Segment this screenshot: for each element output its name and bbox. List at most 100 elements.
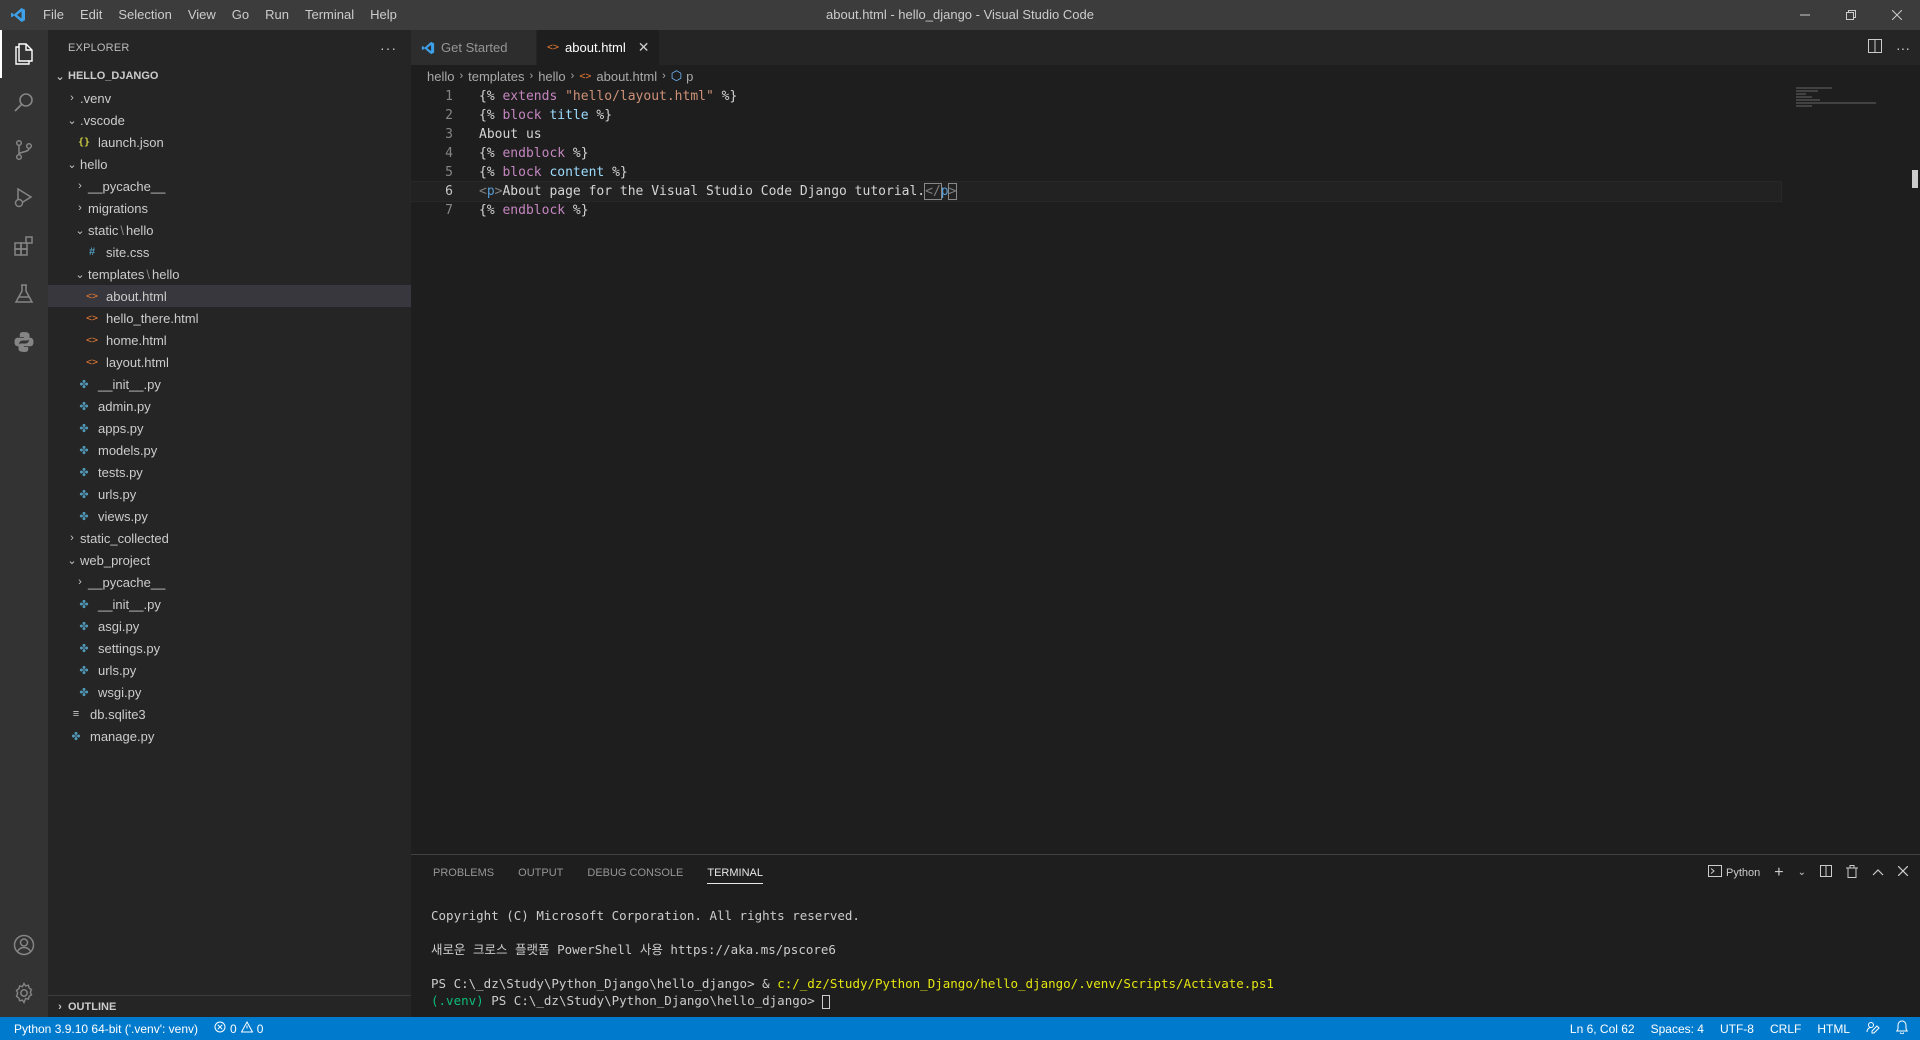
tree-file[interactable]: ✤ apps.py	[48, 417, 411, 439]
tree-file[interactable]: <> hello_there.html	[48, 307, 411, 329]
menu-terminal[interactable]: Terminal	[297, 0, 362, 30]
tree-file[interactable]: ✤ wsgi.py	[48, 681, 411, 703]
breadcrumb-item[interactable]: about.html	[596, 69, 657, 84]
terminal-selector[interactable]: Python	[1708, 865, 1760, 880]
tree-file[interactable]: ✤ urls.py	[48, 659, 411, 681]
minimap[interactable]	[1796, 87, 1906, 127]
tree-file[interactable]: ✤ manage.py	[48, 725, 411, 747]
python-file-icon: ✤	[79, 686, 89, 699]
python-interpreter[interactable]: Python 3.9.10 64-bit ('.venv': venv)	[14, 1022, 198, 1036]
tree-file[interactable]: ✤ settings.py	[48, 637, 411, 659]
source-control-icon[interactable]	[0, 126, 48, 174]
terminal-output[interactable]: Copyright (C) Microsoft Corporation. All…	[411, 890, 1920, 1009]
close-panel-icon[interactable]	[1897, 865, 1909, 879]
more-actions-icon[interactable]: ···	[380, 40, 397, 56]
tree-file[interactable]: ≡ db.sqlite3	[48, 703, 411, 725]
tree-folder[interactable]: › .venv	[48, 87, 411, 109]
breadcrumb-item[interactable]: hello	[538, 69, 565, 84]
menu-edit[interactable]: Edit	[72, 0, 110, 30]
breadcrumb-item[interactable]: templates	[468, 69, 524, 84]
project-root[interactable]: ⌄ HELLO_DJANGO	[48, 65, 411, 87]
tree-file[interactable]: # site.css	[48, 241, 411, 263]
trash-icon[interactable]	[1846, 864, 1858, 881]
tree-file[interactable]: ✤ tests.py	[48, 461, 411, 483]
split-terminal-icon[interactable]	[1820, 865, 1832, 880]
new-terminal-icon[interactable]: +	[1774, 864, 1783, 882]
tab-label: Get Started	[441, 40, 508, 55]
language-mode[interactable]: HTML	[1817, 1022, 1850, 1036]
menu-view[interactable]: View	[180, 0, 224, 30]
tree-folder[interactable]: › migrations	[48, 197, 411, 219]
chevron-down-icon[interactable]: ⌄	[1798, 867, 1806, 878]
menu-file[interactable]: File	[35, 0, 72, 30]
feedback-icon[interactable]	[1866, 1020, 1880, 1037]
breadcrumb-item[interactable]: p	[686, 69, 693, 84]
tree-item-label: migrations	[88, 200, 148, 216]
error-icon	[214, 1021, 226, 1036]
search-icon[interactable]	[0, 78, 48, 126]
tree-folder[interactable]: ⌄ .vscode	[48, 109, 411, 131]
breadcrumb: hello › templates › hello › <> about.htm…	[411, 65, 1920, 87]
encoding[interactable]: UTF-8	[1720, 1022, 1754, 1036]
chevron-down-icon: ⌄	[67, 158, 77, 171]
split-editor-icon[interactable]	[1868, 39, 1882, 56]
extensions-icon[interactable]	[0, 222, 48, 270]
line-content: {% endblock %}	[479, 146, 589, 161]
vscode-logo-icon	[421, 41, 435, 55]
tab-about-html[interactable]: <> about.html ✕	[537, 30, 661, 65]
tree-file[interactable]: ✤ asgi.py	[48, 615, 411, 637]
python-icon[interactable]	[0, 318, 48, 366]
outline-section[interactable]: › OUTLINE	[48, 995, 411, 1017]
menu-run[interactable]: Run	[257, 0, 297, 30]
maximize-panel-icon[interactable]	[1872, 867, 1884, 879]
run-debug-icon[interactable]	[0, 174, 48, 222]
accounts-icon[interactable]	[0, 921, 48, 969]
explorer-icon[interactable]	[0, 30, 48, 78]
tab-get-started[interactable]: Get Started	[411, 30, 537, 65]
minimize-button[interactable]	[1782, 0, 1828, 30]
tree-folder[interactable]: › static_collected	[48, 527, 411, 549]
restore-button[interactable]	[1828, 0, 1874, 30]
settings-gear-icon[interactable]	[0, 969, 48, 1017]
tree-file[interactable]: <> layout.html	[48, 351, 411, 373]
tree-folder[interactable]: ⌄ hello	[48, 153, 411, 175]
tab-output[interactable]: OUTPUT	[506, 855, 575, 890]
python-file-icon: ✤	[79, 642, 89, 655]
status-right: Ln 6, Col 62 Spaces: 4 UTF-8 CRLF HTML	[1570, 1017, 1909, 1040]
tree-folder[interactable]: ⌄ static \ hello	[48, 219, 411, 241]
tree-file[interactable]: ✤ admin.py	[48, 395, 411, 417]
breadcrumb-item[interactable]: hello	[427, 69, 454, 84]
menu-help[interactable]: Help	[362, 0, 405, 30]
more-actions-icon[interactable]: ···	[1896, 40, 1910, 56]
tree-folder[interactable]: › __pycache__	[48, 571, 411, 593]
tree-file[interactable]: ✤ __init__.py	[48, 373, 411, 395]
menu-go[interactable]: Go	[224, 0, 257, 30]
notifications-icon[interactable]	[1895, 1020, 1909, 1037]
menu-selection[interactable]: Selection	[110, 0, 179, 30]
tree-folder[interactable]: › __pycache__	[48, 175, 411, 197]
close-icon[interactable]: ✕	[638, 39, 650, 56]
testing-icon[interactable]	[0, 270, 48, 318]
tree-file[interactable]: <> home.html	[48, 329, 411, 351]
cursor-position[interactable]: Ln 6, Col 62	[1570, 1022, 1635, 1036]
tab-terminal[interactable]: TERMINAL	[695, 855, 775, 890]
tree-file[interactable]: ✤ __init__.py	[48, 593, 411, 615]
tree-file[interactable]: {} launch.json	[48, 131, 411, 153]
tree-folder[interactable]: ⌄ web_project	[48, 549, 411, 571]
line-content: {% block title %}	[479, 108, 613, 123]
tab-debug-console[interactable]: DEBUG CONSOLE	[575, 855, 695, 890]
tree-file[interactable]: ✤ models.py	[48, 439, 411, 461]
tree-item-label: hello	[80, 156, 108, 172]
line-ending[interactable]: CRLF	[1770, 1022, 1801, 1036]
tree-file[interactable]: ✤ urls.py	[48, 483, 411, 505]
tree-file[interactable]: <> about.html	[48, 285, 411, 307]
close-window-button[interactable]	[1874, 0, 1920, 30]
problems-summary[interactable]: 0 0	[214, 1020, 263, 1036]
indentation[interactable]: Spaces: 4	[1651, 1022, 1704, 1036]
chevron-right-icon: ›	[529, 70, 534, 82]
tree-file[interactable]: ✤ views.py	[48, 505, 411, 527]
line-content: {% block content %}	[479, 165, 628, 180]
tree-folder[interactable]: ⌄ templates \ hello	[48, 263, 411, 285]
tab-problems[interactable]: PROBLEMS	[421, 855, 506, 890]
code-editor[interactable]: 1 {% extends "hello/layout.html" %} 2 {%…	[410, 87, 1920, 220]
